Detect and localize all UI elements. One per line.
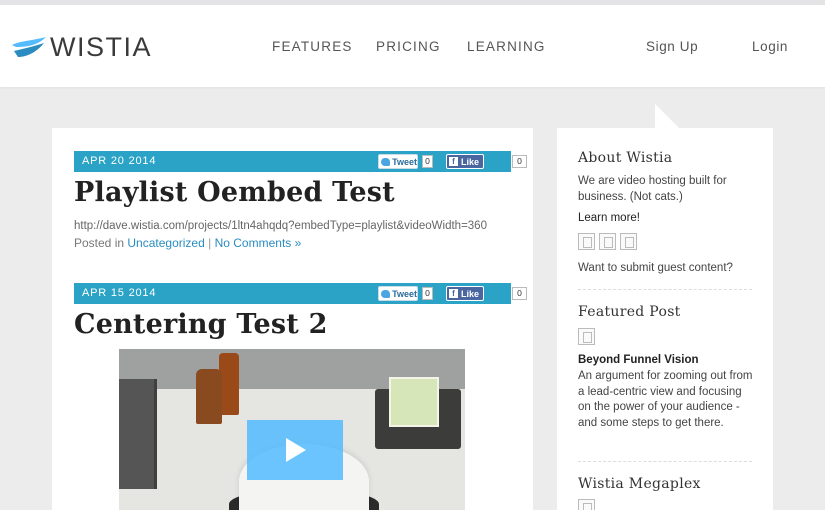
guest-content-link[interactable]: Want to submit guest content? xyxy=(578,261,753,277)
about-text: We are video hosting built for business.… xyxy=(578,175,727,203)
footer-separator: | xyxy=(208,236,212,250)
about-heading: About Wistia xyxy=(578,150,673,166)
posted-in-label: Posted in xyxy=(74,236,125,250)
sidebar-notch xyxy=(655,104,679,128)
like-button[interactable]: f Like xyxy=(446,154,484,169)
learn-more-link[interactable]: Learn more! xyxy=(578,211,753,227)
comments-link[interactable]: No Comments » xyxy=(215,236,302,250)
twitter-icon[interactable] xyxy=(578,233,595,250)
play-button[interactable] xyxy=(247,420,343,480)
rss-icon[interactable] xyxy=(620,233,637,250)
featured-thumbnail[interactable] xyxy=(578,328,595,345)
nav-login[interactable]: Login xyxy=(752,39,788,54)
megaplex-thumbnail[interactable] xyxy=(578,499,595,510)
post-title[interactable]: Centering Test 2 xyxy=(74,309,328,340)
post-meta-bar: APR 15 2014 Tweet 0 f Like 0 xyxy=(74,283,527,304)
tweet-label: Tweet xyxy=(392,288,417,299)
sidebar-divider xyxy=(578,289,752,290)
facebook-icon[interactable] xyxy=(599,233,616,250)
category-link[interactable]: Uncategorized xyxy=(127,236,204,250)
like-label: Like xyxy=(461,156,480,167)
like-label: Like xyxy=(461,288,480,299)
nav-signup[interactable]: Sign Up xyxy=(646,39,698,54)
nav-features[interactable]: FEATURES xyxy=(272,39,353,54)
featured-post-excerpt: An argument for zooming out from a lead-… xyxy=(578,370,753,429)
post-date: APR 20 2014 xyxy=(82,155,157,167)
featured-post-title[interactable]: Beyond Funnel Vision xyxy=(578,354,699,366)
facebook-icon: f xyxy=(449,289,458,298)
post-footer: Posted in Uncategorized | No Comments » xyxy=(74,236,301,250)
megaplex-heading: Wistia Megaplex xyxy=(578,476,701,492)
video-frame-bottle xyxy=(219,353,239,415)
site-header: WISTIA FEATURES PRICING LEARNING Sign Up… xyxy=(0,5,825,87)
video-frame-box xyxy=(389,377,439,427)
featured-heading: Featured Post xyxy=(578,304,681,320)
nav-learning[interactable]: LEARNING xyxy=(467,39,546,54)
like-count: 0 xyxy=(512,155,527,168)
video-player[interactable] xyxy=(119,349,465,510)
image-placeholder-icon xyxy=(578,328,595,345)
social-icons xyxy=(578,233,637,250)
post-date: APR 15 2014 xyxy=(82,287,157,299)
logo-text: WISTIA xyxy=(50,32,152,62)
post-title[interactable]: Playlist Oembed Test xyxy=(74,177,395,208)
wistia-logo-icon xyxy=(12,36,46,57)
image-placeholder-icon xyxy=(578,499,595,510)
sidebar: About Wistia We are video hosting built … xyxy=(557,128,773,510)
post-meta-bar: APR 20 2014 Tweet 0 f Like 0 xyxy=(74,151,527,172)
nav-pricing[interactable]: PRICING xyxy=(376,39,441,54)
post-url: http://dave.wistia.com/projects/1ltn4ahq… xyxy=(74,220,487,232)
video-frame-toaster xyxy=(119,379,157,489)
tweet-button[interactable]: Tweet xyxy=(378,154,418,169)
tweet-count: 0 xyxy=(422,155,433,168)
logo[interactable]: WISTIA xyxy=(12,32,152,63)
like-count: 0 xyxy=(512,287,527,300)
twitter-bird-icon xyxy=(381,289,391,298)
tweet-button[interactable]: Tweet xyxy=(378,286,418,301)
sidebar-divider xyxy=(578,461,752,462)
twitter-bird-icon xyxy=(381,157,391,166)
post-list: APR 20 2014 Tweet 0 f Like 0 Playlist Oe… xyxy=(52,128,533,510)
like-button[interactable]: f Like xyxy=(446,286,484,301)
play-icon xyxy=(286,438,306,462)
video-frame-jar xyxy=(196,369,222,424)
facebook-icon: f xyxy=(449,157,458,166)
tweet-label: Tweet xyxy=(392,156,417,167)
tweet-count: 0 xyxy=(422,287,433,300)
